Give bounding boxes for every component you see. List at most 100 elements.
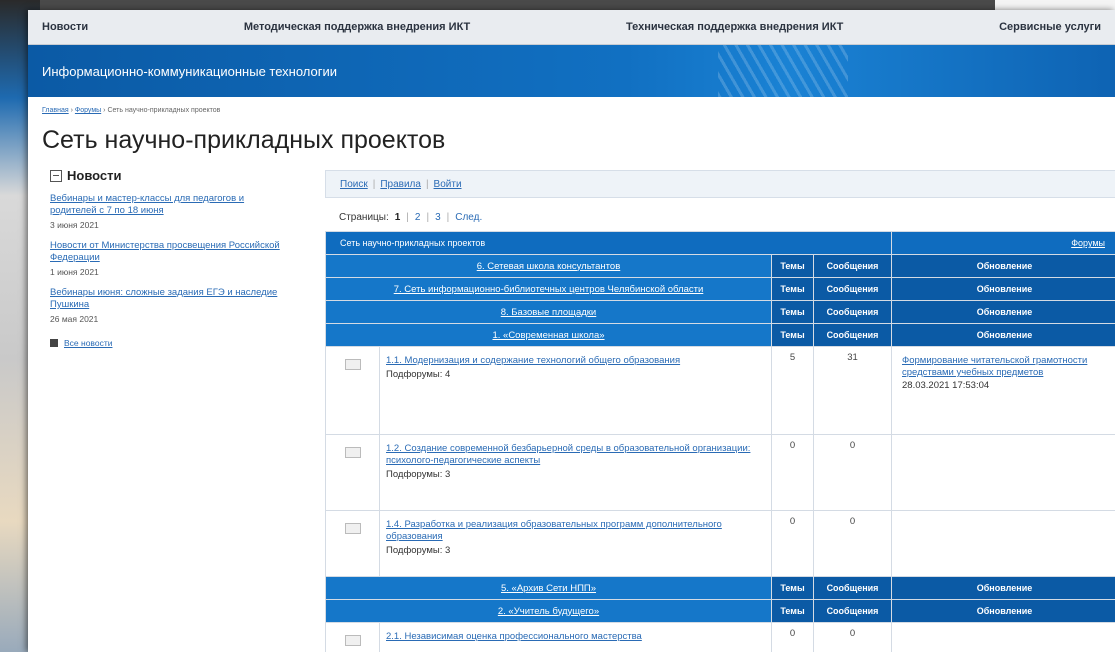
breadcrumb-forums[interactable]: Форумы bbox=[75, 107, 101, 114]
col-posts: Сообщения bbox=[813, 254, 892, 278]
search-link[interactable]: Поиск bbox=[340, 179, 368, 190]
all-news-link[interactable]: Все новости bbox=[64, 338, 112, 348]
forum-row: 2.1. Независимая оценка профессиональног… bbox=[325, 622, 1115, 652]
col-update: Обновление bbox=[891, 599, 1115, 623]
col-update: Обновление bbox=[891, 300, 1115, 324]
page-title: Сеть научно-прикладных проектов bbox=[42, 126, 446, 154]
col-update: Обновление bbox=[891, 323, 1115, 347]
col-posts: Сообщения bbox=[813, 277, 892, 301]
posts-count: 0 bbox=[813, 434, 892, 511]
col-update: Обновление bbox=[891, 277, 1115, 301]
posts-count: 31 bbox=[813, 346, 892, 435]
separator: | bbox=[372, 178, 376, 190]
category-row: 1. «Современная школа» Темы Сообщения Об… bbox=[325, 323, 1115, 347]
breadcrumb: Главная › Форумы › Сеть научно-прикладны… bbox=[42, 107, 220, 114]
forum-row: 1.1. Модернизация и содержание технологи… bbox=[325, 346, 1115, 435]
forum-row: 1.4. Разработка и реализация образовател… bbox=[325, 510, 1115, 577]
news-link[interactable]: Новости от Министерства просвещения Росс… bbox=[50, 240, 290, 264]
pager-current: 1 bbox=[394, 212, 401, 223]
last-post-empty bbox=[891, 434, 1115, 511]
category-link[interactable]: 8. Базовые площадки bbox=[501, 307, 597, 318]
forum-status-icon bbox=[344, 359, 361, 370]
posts-count: 0 bbox=[813, 622, 892, 652]
subforum-count: Подфорумы: 4 bbox=[386, 369, 451, 380]
browser-page: Новости Методическая поддержка внедрения… bbox=[28, 10, 1115, 652]
login-link[interactable]: Войти bbox=[434, 179, 462, 190]
forum-area: Поиск | Правила | Войти Страницы: 1 | 2 … bbox=[325, 170, 1115, 652]
nav-news[interactable]: Новости bbox=[42, 21, 88, 33]
category-row: 5. «Архив Сети НПП» Темы Сообщения Обнов… bbox=[325, 576, 1115, 600]
news-item: Вебинары июня: сложные задания ЕГЭ и нас… bbox=[50, 287, 290, 324]
forum-link[interactable]: 1.2. Создание современной безбарьерной с… bbox=[386, 443, 765, 467]
breadcrumb-home[interactable]: Главная bbox=[42, 107, 69, 114]
col-posts: Сообщения bbox=[813, 576, 892, 600]
nav-methodical-support[interactable]: Методическая поддержка внедрения ИКТ bbox=[244, 21, 470, 33]
category-link[interactable]: 7. Сеть информационно-библиотечных центр… bbox=[394, 284, 704, 295]
forum-table: Сеть научно-прикладных проектов Форумы 6… bbox=[325, 231, 1115, 652]
forum-table-header: Сеть научно-прикладных проектов Форумы bbox=[325, 231, 1115, 255]
news-date: 3 июня 2021 bbox=[50, 220, 99, 230]
pager-next[interactable]: След. bbox=[455, 212, 482, 223]
separator: | bbox=[406, 212, 409, 223]
category-row: 8. Базовые площадки Темы Сообщения Обнов… bbox=[325, 300, 1115, 324]
pager-label: Страницы: bbox=[339, 212, 389, 223]
news-item: Вебинары и мастер-классы для педагогов и… bbox=[50, 193, 290, 230]
news-sidebar: Новости Вебинары и мастер-классы для пед… bbox=[50, 168, 290, 348]
category-link[interactable]: 5. «Архив Сети НПП» bbox=[501, 583, 596, 594]
forum-status-icon bbox=[344, 523, 361, 534]
news-date: 26 мая 2021 bbox=[50, 314, 99, 324]
site-banner: Информационно-коммуникационные технологи… bbox=[28, 45, 1115, 97]
forum-link[interactable]: 1.4. Разработка и реализация образовател… bbox=[386, 519, 765, 543]
collapse-icon[interactable] bbox=[50, 169, 62, 182]
news-heading: Новости bbox=[50, 168, 290, 183]
category-link[interactable]: 6. Сетевая школа консультантов bbox=[477, 261, 621, 272]
news-link[interactable]: Вебинары и мастер-классы для педагогов и… bbox=[50, 193, 290, 217]
news-item: Новости от Министерства просвещения Росс… bbox=[50, 240, 290, 277]
banner-title: Информационно-коммуникационные технологи… bbox=[42, 63, 338, 79]
last-post-link[interactable]: Формирование читательской грамотности ср… bbox=[902, 355, 1107, 379]
col-topics: Темы bbox=[771, 277, 814, 301]
forum-row: 1.2. Создание современной безбарьерной с… bbox=[325, 434, 1115, 511]
news-date: 1 июня 2021 bbox=[50, 267, 99, 277]
separator: | bbox=[446, 212, 450, 223]
nav-services[interactable]: Сервисные услуги bbox=[999, 21, 1101, 33]
background-corner bbox=[995, 0, 1115, 10]
forum-status-icon bbox=[344, 447, 361, 458]
category-link[interactable]: 2. «Учитель будущего» bbox=[498, 606, 599, 617]
subforum-count: Подфорумы: 3 bbox=[386, 545, 451, 556]
topics-count: 0 bbox=[771, 434, 814, 511]
separator: | bbox=[425, 178, 429, 190]
topics-count: 5 bbox=[771, 346, 814, 435]
forum-table-title: Сеть научно-прикладных проектов bbox=[340, 238, 486, 248]
forum-link[interactable]: 1.1. Модернизация и содержание технологи… bbox=[386, 355, 765, 367]
breadcrumb-sep: › bbox=[70, 107, 73, 114]
category-link[interactable]: 1. «Современная школа» bbox=[492, 330, 604, 341]
col-posts: Сообщения bbox=[813, 323, 892, 347]
category-row: 6. Сетевая школа консультантов Темы Сооб… bbox=[325, 254, 1115, 278]
separator: | bbox=[426, 212, 430, 223]
pagination: Страницы: 1 | 2 | 3 | След. bbox=[339, 212, 1115, 223]
pager-page-2[interactable]: 2 bbox=[415, 212, 421, 223]
col-posts: Сообщения bbox=[813, 300, 892, 324]
col-topics: Темы bbox=[771, 300, 814, 324]
all-news: Все новости bbox=[50, 338, 290, 348]
last-post-date: 28.03.2021 17:53:04 bbox=[902, 380, 990, 391]
rules-link[interactable]: Правила bbox=[380, 179, 421, 190]
col-topics: Темы bbox=[771, 254, 814, 278]
col-posts: Сообщения bbox=[813, 599, 892, 623]
pager-page-3[interactable]: 3 bbox=[435, 212, 441, 223]
topics-count: 0 bbox=[771, 622, 814, 652]
category-row: 2. «Учитель будущего» Темы Сообщения Обн… bbox=[325, 599, 1115, 623]
breadcrumb-sep: › bbox=[103, 107, 106, 114]
news-heading-label: Новости bbox=[67, 168, 122, 183]
last-post-empty bbox=[891, 622, 1115, 652]
col-update: Обновление bbox=[891, 254, 1115, 278]
banner-decoration bbox=[718, 45, 848, 97]
arrow-icon bbox=[50, 339, 58, 347]
forum-toolbar: Поиск | Правила | Войти bbox=[325, 170, 1115, 198]
forum-link[interactable]: 2.1. Независимая оценка профессиональног… bbox=[386, 631, 765, 643]
nav-technical-support[interactable]: Техническая поддержка внедрения ИКТ bbox=[626, 21, 843, 33]
forums-link[interactable]: Форумы bbox=[1071, 238, 1105, 248]
news-link[interactable]: Вебинары июня: сложные задания ЕГЭ и нас… bbox=[50, 287, 290, 311]
col-topics: Темы bbox=[771, 599, 814, 623]
